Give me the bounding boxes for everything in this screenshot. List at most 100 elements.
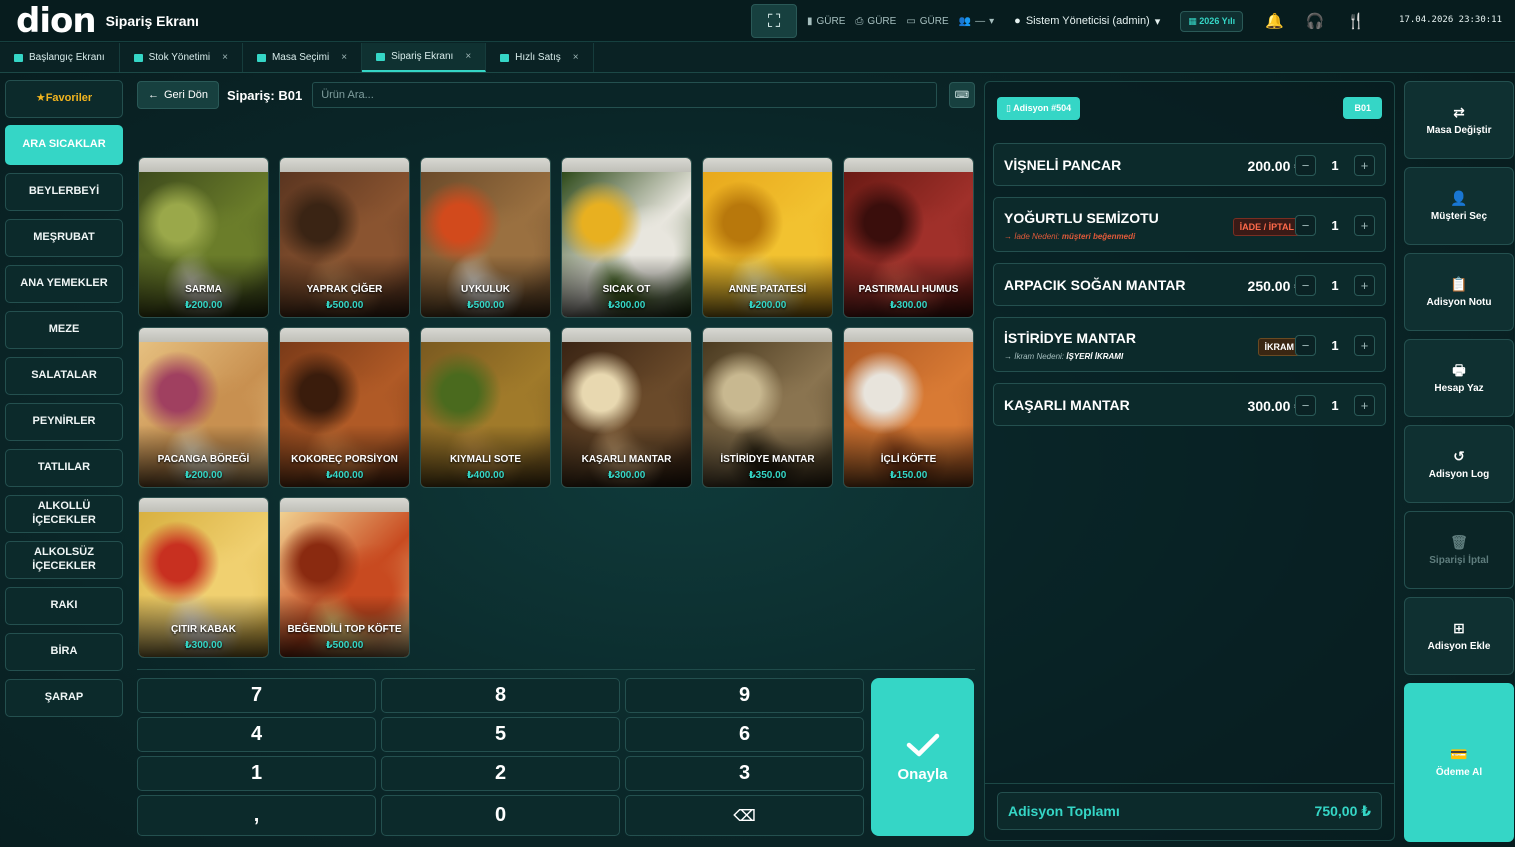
category-favorites[interactable]: ★ Favoriler <box>5 80 123 118</box>
order-item[interactable]: İSTİRİDYE MANTAR İKRAM → İkram Nedeni: İŞY… <box>993 317 1386 372</box>
window-icon <box>14 53 23 62</box>
close-icon[interactable]: × <box>341 52 347 63</box>
compress-icon: ⛶ <box>767 10 781 31</box>
minus-button[interactable]: − <box>1295 215 1316 236</box>
close-icon[interactable]: × <box>222 52 228 63</box>
order-item[interactable]: ARPACIK SOĞAN MANTAR 250.00 ₺ −1 + <box>993 263 1386 306</box>
product-card[interactable]: KAŞARLI MANTAR ₺300.00 <box>561 327 692 488</box>
receipt-icon: ▯ <box>1006 102 1011 113</box>
calendar-icon: ▦ <box>1188 15 1197 26</box>
status-gure-2: ⎙ GÜRE <box>855 15 897 27</box>
product-card[interactable]: UYKULUK ₺500.00 <box>420 157 551 318</box>
category-alkols-z-i-ecekler[interactable]: ALKOLSÜZ İÇECEKLER <box>5 541 123 579</box>
category-label: Favoriler <box>45 92 93 105</box>
plus-button[interactable]: + <box>1353 215 1375 236</box>
backspace-key[interactable]: ⌫ <box>625 795 864 836</box>
order-item[interactable]: VİŞNELİ PANCAR 200.00 ₺ −1 + <box>993 143 1386 186</box>
plus-button[interactable]: + <box>1353 335 1375 356</box>
key-label: 3 <box>738 762 751 784</box>
category-salatalar[interactable]: SALATALAR <box>5 357 123 395</box>
minus-button[interactable]: − <box>1295 275 1316 296</box>
plate-edge <box>562 328 691 342</box>
close-icon[interactable]: × <box>573 52 579 63</box>
product-card[interactable]: SARMA ₺200.00 <box>138 157 269 318</box>
utensils-icon[interactable]: 🍴 <box>1347 12 1366 30</box>
adisyon-log-button[interactable]: ↺ Adisyon Log <box>1404 425 1514 503</box>
category-alkoll-i-ecekler[interactable]: ALKOLLÜ İÇECEKLER <box>5 495 123 533</box>
category-tatlilar[interactable]: TATLILAR <box>5 449 123 487</box>
minus-button[interactable]: − <box>1295 335 1316 356</box>
tab-ba-lang-ekran[interactable]: Başlangıç Ekranı <box>0 43 120 72</box>
product-card[interactable]: ÇITIR KABAK ₺300.00 <box>138 497 269 658</box>
key-7[interactable]: 7 <box>137 678 376 713</box>
product-card[interactable]: SICAK OT ₺300.00 <box>561 157 692 318</box>
adisyon-notu-button[interactable]: 📋 Adisyon Notu <box>1404 253 1514 331</box>
fullscreen-exit-button[interactable]: ⛶ <box>751 4 797 38</box>
adisyon-ekle-button[interactable]: ⊞ Adisyon Ekle <box>1404 597 1514 675</box>
status-gure-4[interactable]: 👥 — ▾ <box>959 16 994 27</box>
category-peyni-rler[interactable]: PEYNİRLER <box>5 403 123 441</box>
product-name: PACANGA BÖREĞİ <box>157 454 250 465</box>
product-card[interactable]: İSTİRİDYE MANTAR ₺350.00 <box>702 327 833 488</box>
category-beylerbeyi[interactable]: BEYLERBEYİ <box>5 173 123 211</box>
hesap-yaz-button[interactable]: 🖶 Hesap Yaz <box>1404 339 1514 417</box>
tab-h-zl-sat[interactable]: Hızlı Satış × <box>486 43 594 72</box>
masa-de-i-tir-button[interactable]: ⇄ Masa Değiştir <box>1404 81 1514 159</box>
product-card[interactable]: ANNE PATATESİ ₺200.00 <box>702 157 833 318</box>
headset-icon[interactable]: 🎧 <box>1306 12 1325 30</box>
product-card[interactable]: KIYMALI SOTE ₺400.00 <box>420 327 551 488</box>
minus-button[interactable]: − <box>1295 395 1316 416</box>
tab-sipari-ekran[interactable]: Sipariş Ekranı × <box>362 43 487 72</box>
confirm-button[interactable]: Onayla <box>871 678 974 836</box>
category-arap[interactable]: ŞARAP <box>5 679 123 717</box>
product-card[interactable]: YAPRAK ÇİĞER ₺500.00 <box>279 157 410 318</box>
minus-button[interactable]: − <box>1295 155 1316 176</box>
bell-icon[interactable]: 🔔 <box>1265 12 1284 30</box>
plus-button[interactable]: + <box>1353 275 1375 296</box>
user-menu[interactable]: ● Sistem Yöneticisi (admin) ▾ <box>1014 15 1160 28</box>
key-8[interactable]: 8 <box>381 678 620 713</box>
key-1[interactable]: 1 <box>137 756 376 791</box>
quantity-value: 1 <box>1331 158 1339 173</box>
product-card[interactable]: PASTIRMALI HUMUS ₺300.00 <box>843 157 974 318</box>
product-name: SICAK OT <box>602 284 651 295</box>
comma-key[interactable]: , <box>137 795 376 836</box>
plus-button[interactable]: + <box>1353 155 1375 176</box>
key-3[interactable]: 3 <box>625 756 864 791</box>
quantity-stepper: − 1 + <box>1295 335 1375 356</box>
year-badge[interactable]: ▦ 2026 Yılı <box>1180 10 1244 32</box>
close-icon[interactable]: × <box>465 51 471 62</box>
category-ara-sicaklar[interactable]: ARA SICAKLAR <box>5 125 123 165</box>
star-icon: ★ <box>35 92 46 105</box>
order-item[interactable]: YOĞURTLU SEMİZOTU İADE / İPTAL → İade Nede… <box>993 197 1386 252</box>
key-9[interactable]: 9 <box>625 678 864 713</box>
keyboard-button[interactable]: ⌨ <box>949 82 975 108</box>
product-card[interactable]: İÇLİ KÖFTE ₺150.00 <box>843 327 974 488</box>
plus-button[interactable]: + <box>1353 395 1375 416</box>
logo: dion Sipariş Ekranı <box>16 4 199 38</box>
category-raki[interactable]: RAKI <box>5 587 123 625</box>
category-me-rubat[interactable]: MEŞRUBAT <box>5 219 123 257</box>
back-button[interactable]: ← Geri Dön <box>137 81 220 109</box>
category-ana-yemekler[interactable]: ANA YEMEKLER <box>5 265 123 303</box>
tab-masa-se-imi[interactable]: Masa Seçimi × <box>243 43 363 72</box>
window-icon <box>500 53 510 62</box>
m-teri-se-button[interactable]: 👤 Müşteri Seç <box>1404 167 1514 245</box>
key-2[interactable]: 2 <box>381 756 620 791</box>
category-bi-ra[interactable]: BİRA <box>5 633 123 671</box>
product-card[interactable]: KOKOREÇ PORSİYON ₺400.00 <box>279 327 410 488</box>
product-card[interactable]: PACANGA BÖREĞİ ₺200.00 <box>138 327 269 488</box>
key-5[interactable]: 5 <box>381 717 620 752</box>
key-6[interactable]: 6 <box>625 717 864 752</box>
deme-al-button[interactable]: 💳 Ödeme Al <box>1404 683 1514 842</box>
product-card[interactable]: BEĞENDİLİ TOP KÖFTE ₺500.00 <box>279 497 410 658</box>
product-search-input[interactable]: Ürün Ara... <box>312 82 937 108</box>
order-items: VİŞNELİ PANCAR 200.00 ₺ −1 + YOĞURTLU SEMİZO… <box>993 143 1386 437</box>
tab-label: Başlangıç Ekranı <box>29 52 105 63</box>
order-item[interactable]: KAŞARLI MANTAR 300.00 ₺ −1 + <box>993 383 1386 426</box>
key-0[interactable]: 0 <box>381 795 620 836</box>
category-meze[interactable]: MEZE <box>5 311 123 349</box>
tab-stok-y-netimi[interactable]: Stok Yönetimi × <box>120 43 243 72</box>
key-4[interactable]: 4 <box>137 717 376 752</box>
quantity-value: 1 <box>1331 278 1339 293</box>
